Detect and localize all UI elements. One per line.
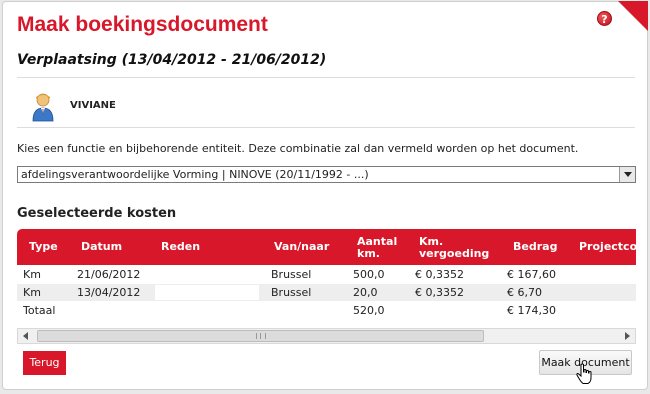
grip-icon: [256, 333, 266, 339]
scroll-left-icon[interactable]: [18, 329, 34, 343]
divider: [17, 127, 635, 128]
help-icon[interactable]: ?: [597, 11, 612, 26]
person-name: VIVIANE: [70, 100, 116, 111]
total-bedrag: € 174,30: [507, 304, 556, 317]
hand-cursor-icon: [576, 363, 592, 384]
dialog-subtitle: Verplaatsing (13/04/2012 - 21/06/2012): [17, 52, 327, 68]
table-total-row: Totaal 520,0 € 174,30: [17, 302, 636, 319]
cell-vergoeding: € 0,3352: [415, 268, 464, 281]
cell-bedrag: € 6,70: [507, 286, 542, 299]
table-row[interactable]: Km 21/06/2012 Brussel 500,0 € 0,3352 € 1…: [17, 266, 636, 283]
cell-datum: 13/04/2012: [77, 286, 141, 299]
column-header-reden[interactable]: Reden: [161, 241, 200, 253]
column-header-vergoeding-line2: vergoeding: [419, 247, 490, 260]
cell-aantal: 500,0: [353, 268, 385, 281]
cell-type: Km: [23, 268, 41, 281]
column-header-bedrag[interactable]: Bedrag: [513, 241, 557, 253]
cell-vannaar: Brussel: [271, 286, 312, 299]
costs-section-title: Geselecteerde kosten: [17, 206, 177, 221]
total-label: Totaal: [23, 304, 56, 317]
function-entity-select[interactable]: afdelingsverantwoordelijke Vorming | NIN…: [17, 166, 636, 183]
corner-decoration: [618, 1, 648, 31]
divider: [17, 77, 635, 78]
column-header-project[interactable]: Projectco: [579, 241, 636, 253]
column-header-vergoeding[interactable]: Km. vergoeding: [419, 236, 489, 260]
cell-aantal: 20,0: [353, 286, 378, 299]
table-row[interactable]: Km 13/04/2012 Brussel 20,0 € 0,3352 € 6,…: [17, 284, 636, 301]
scroll-right-icon[interactable]: [619, 329, 635, 343]
instruction-text: Kies een functie en bijbehorende entitei…: [17, 142, 579, 155]
cell-vannaar: Brussel: [271, 268, 312, 281]
cell-type: Km: [23, 286, 41, 299]
function-entity-select-value: afdelingsverantwoordelijke Vorming | NIN…: [21, 168, 369, 181]
column-header-vannaar[interactable]: Van/naar: [274, 241, 329, 253]
total-aantal: 520,0: [353, 304, 385, 317]
cell-vergoeding: € 0,3352: [415, 286, 464, 299]
boekingsdocument-dialog: ? Maak boekingsdocument Verplaatsing (13…: [2, 1, 648, 390]
costs-table: Type Datum Reden Van/naar Aantal km. Km.…: [17, 229, 636, 322]
reden-cell-background: [155, 285, 259, 300]
column-header-aantal-line2: km.: [357, 247, 380, 260]
scrollbar-thumb[interactable]: [37, 330, 484, 342]
horizontal-scrollbar[interactable]: [17, 328, 636, 344]
back-button[interactable]: Terug: [23, 351, 66, 375]
cell-bedrag: € 167,60: [507, 268, 556, 281]
chevron-down-icon[interactable]: [619, 167, 635, 182]
column-header-aantal[interactable]: Aantal km.: [357, 236, 397, 260]
table-header: Type Datum Reden Van/naar Aantal km. Km.…: [17, 229, 636, 265]
dialog-title: Maak boekingsdocument: [17, 13, 268, 36]
user-avatar-icon: [32, 93, 54, 122]
column-header-datum[interactable]: Datum: [81, 241, 122, 253]
cell-datum: 21/06/2012: [77, 268, 141, 281]
column-header-type[interactable]: Type: [29, 241, 58, 253]
